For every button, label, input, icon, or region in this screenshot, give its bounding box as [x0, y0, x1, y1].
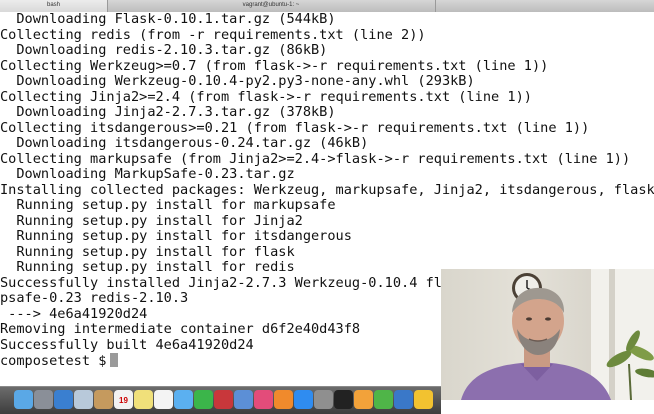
terminal-line: Collecting redis (from -r requirements.t…	[0, 26, 426, 43]
presenter-video-icon	[461, 269, 654, 400]
ibooks-icon[interactable]	[274, 390, 293, 409]
messages-icon[interactable]	[174, 390, 193, 409]
terminal-line: Collecting Werkzeug>=0.7 (from flask->-r…	[0, 57, 549, 74]
finder-icon[interactable]	[14, 390, 33, 409]
contacts-icon[interactable]	[94, 390, 113, 409]
calendar-day: 19	[119, 396, 128, 405]
terminal-line: Successfully installed Jinja2-2.7.3 Werk…	[0, 274, 467, 291]
cursor	[110, 353, 119, 367]
facetime-icon[interactable]	[194, 390, 213, 409]
launchpad-icon[interactable]	[34, 390, 53, 409]
photo-booth-icon[interactable]	[214, 390, 233, 409]
terminal-line: Collecting itsdangerous>=0.21 (from flas…	[0, 119, 590, 136]
terminal-icon[interactable]	[334, 390, 353, 409]
keynote-icon[interactable]	[394, 390, 413, 409]
tab-third[interactable]	[435, 0, 654, 12]
terminal-prompt-line: composetest $	[0, 353, 119, 370]
tab-vagrant-ssh[interactable]: vagrant@ubuntu-1: ~	[107, 0, 436, 12]
webcam-overlay	[441, 269, 654, 400]
pages-icon[interactable]	[354, 390, 373, 409]
terminal-line: Downloading itsdangerous-0.24.tar.gz (46…	[0, 135, 369, 151]
numbers-icon[interactable]	[374, 390, 393, 409]
calendar-icon[interactable]: 19	[114, 390, 133, 409]
dock: 19	[0, 386, 441, 414]
terminal-line: Downloading MarkupSafe-0.23.tar.gz	[0, 166, 295, 182]
terminal-line: Running setup.py install for itsdangerou…	[0, 228, 352, 244]
itunes-icon[interactable]	[254, 390, 273, 409]
terminal-line: Removing intermediate container d6f2e40d…	[0, 321, 361, 337]
terminal-line: Downloading Jinja2-2.7.3.tar.gz (378kB)	[0, 104, 336, 120]
terminal-line: Running setup.py install for Jinja2	[0, 212, 303, 229]
terminal-line: Collecting Jinja2>=2.4 (from flask->-r r…	[0, 88, 532, 105]
terminal-line: Installing collected packages: Werkzeug,…	[0, 181, 654, 198]
terminal-line: Downloading redis-2.10.3.tar.gz (86kB)	[0, 42, 328, 58]
terminal-line: Collecting markupsafe (from Jinja2>=2.4-…	[0, 150, 631, 167]
chrome-icon[interactable]	[414, 390, 433, 409]
terminal-line: Downloading Flask-0.10.1.tar.gz (544kB)	[0, 12, 336, 27]
terminal-line: psafe-0.23 redis-2.10.3	[0, 290, 189, 306]
prompt-text: composetest $	[0, 353, 107, 369]
system-preferences-icon[interactable]	[314, 390, 333, 409]
app-store-icon[interactable]	[294, 390, 313, 409]
terminal-line: Running setup.py install for redis	[0, 259, 295, 275]
terminal-line: ---> 4e6a41920d24	[0, 305, 148, 322]
terminal-line: Running setup.py install for markupsafe	[0, 197, 336, 213]
terminal-line: Downloading Werkzeug-0.10.4-py2.py3-none…	[0, 73, 475, 89]
tab-bash[interactable]: bash	[0, 0, 108, 12]
iphoto-icon[interactable]	[234, 390, 253, 409]
terminal-line: Successfully built 4e6a41920d24	[0, 336, 254, 353]
mail-icon[interactable]	[74, 390, 93, 409]
reminders-icon[interactable]	[154, 390, 173, 409]
safari-icon[interactable]	[54, 390, 73, 409]
notes-icon[interactable]	[134, 390, 153, 409]
terminal-line: Running setup.py install for flask	[0, 243, 295, 260]
